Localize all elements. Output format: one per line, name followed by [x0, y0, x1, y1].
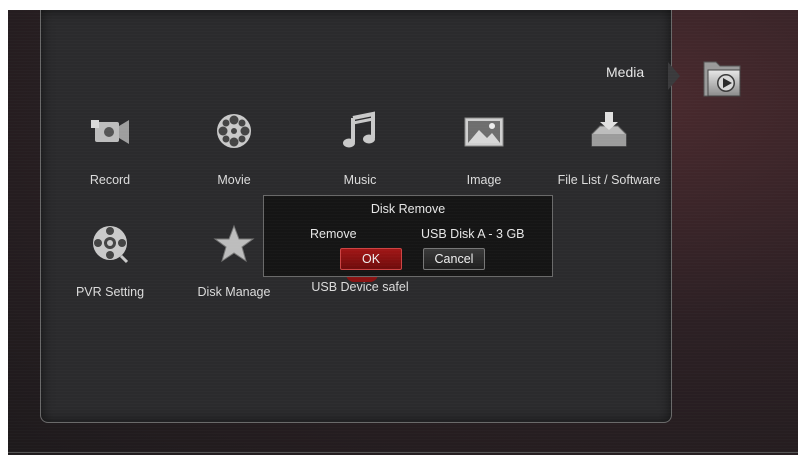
menu-item-image[interactable]: Image	[424, 108, 544, 187]
dialog-title: Disk Remove	[370, 202, 446, 216]
tab-chevron-icon	[668, 62, 680, 90]
music-note-icon	[343, 111, 375, 148]
menu-item-movie[interactable]: Movie	[174, 108, 294, 187]
file-list-icon	[591, 112, 627, 147]
menu-item-label: Movie	[217, 173, 251, 187]
ok-button[interactable]: OK	[340, 248, 402, 270]
remove-label: Remove	[310, 227, 357, 241]
menu-item-label: Record	[89, 173, 131, 187]
device-name: USB Disk A - 3 GB	[421, 227, 525, 241]
star-icon	[213, 224, 255, 263]
menu-item-record[interactable]: Record	[50, 108, 170, 187]
menu-item-label: PVR Setting	[75, 285, 145, 299]
tv-screen: Media Record Movie Music Image File List…	[8, 10, 798, 455]
menu-item-label: Music	[343, 173, 377, 187]
record-camera-icon	[91, 120, 129, 144]
pvr-reel-icon	[93, 226, 129, 264]
image-icon	[464, 117, 504, 147]
menu-item-label: USB Device safel	[311, 280, 409, 294]
bottom-divider	[8, 452, 798, 453]
menu-item-label: File List / Software	[557, 173, 661, 187]
cancel-button[interactable]: Cancel	[423, 248, 485, 270]
media-folder-icon	[703, 61, 741, 97]
disk-remove-dialog: Disk Remove Remove USB Disk A - 3 GB OK …	[263, 195, 553, 277]
menu-item-file-list[interactable]: File List / Software	[549, 108, 669, 187]
section-title: Media	[606, 64, 645, 80]
media-tab[interactable]	[668, 48, 748, 118]
menu-item-pvr-setting[interactable]: PVR Setting	[50, 220, 170, 299]
film-reel-icon	[217, 114, 251, 148]
menu-item-label: Disk Manage	[197, 285, 271, 299]
menu-item-music[interactable]: Music	[300, 108, 420, 187]
menu-item-label: Image	[466, 173, 502, 187]
